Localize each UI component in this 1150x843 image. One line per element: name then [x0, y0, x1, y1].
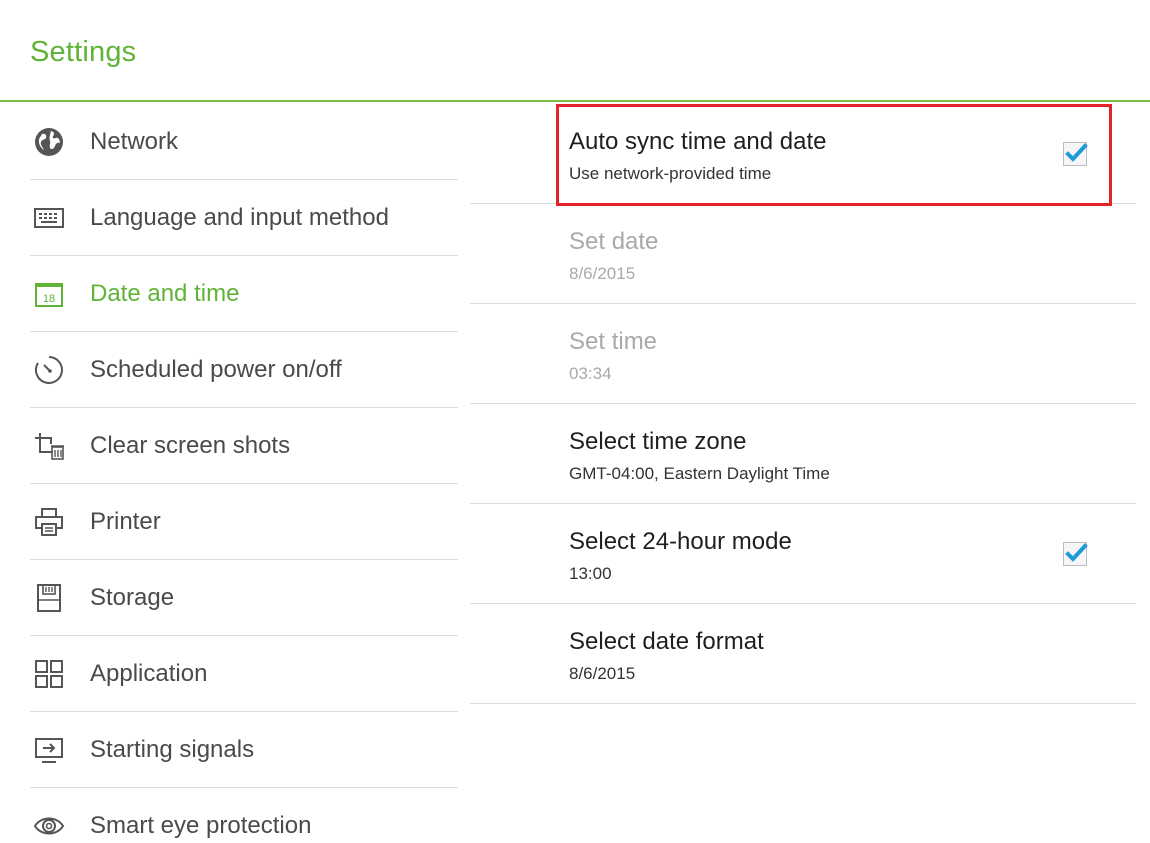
- row-subtitle: GMT-04:00, Eastern Daylight Time: [569, 464, 830, 483]
- row-subtitle: 8/6/2015: [569, 664, 636, 683]
- hour-mode-checkbox[interactable]: [1063, 542, 1088, 566]
- date-time-settings-list: Auto sync time and date Use network-prov…: [470, 104, 1136, 843]
- sidebar-item-label: Scheduled power on/off: [90, 355, 342, 383]
- date-format-row[interactable]: Select date format 8/6/2015: [470, 604, 1136, 704]
- sidebar-item-label: Language and input method: [90, 203, 389, 231]
- row-title: Auto sync time and date: [569, 128, 827, 155]
- row-title: Set date: [569, 228, 659, 255]
- sidebar-item-scheduled-power[interactable]: Scheduled power on/off: [30, 332, 458, 408]
- sidebar: Network Language and input method 18 Dat…: [0, 104, 460, 843]
- storage-icon: [32, 581, 66, 615]
- auto-sync-checkbox[interactable]: [1063, 142, 1088, 166]
- time-zone-row[interactable]: Select time zone GMT-04:00, Eastern Dayl…: [470, 404, 1136, 504]
- row-title: Select time zone: [569, 428, 747, 455]
- row-subtitle: Use network-provided time: [569, 164, 772, 183]
- header-bar: Settings: [0, 0, 1150, 102]
- sidebar-item-label: Storage: [90, 583, 175, 611]
- row-subtitle: 03:34: [569, 364, 612, 383]
- row-subtitle: 13:00: [569, 564, 612, 583]
- timer-icon: [32, 353, 66, 387]
- sidebar-item-smart-eye[interactable]: Smart eye protection: [30, 788, 458, 843]
- sidebar-item-label: Starting signals: [90, 735, 255, 763]
- calendar-icon: 18: [32, 277, 66, 311]
- input-signal-icon: [32, 733, 66, 767]
- auto-sync-row[interactable]: Auto sync time and date Use network-prov…: [470, 104, 1136, 204]
- sidebar-item-application[interactable]: Application: [30, 636, 458, 712]
- sidebar-item-storage[interactable]: Storage: [30, 560, 458, 636]
- crop-trash-icon: [32, 429, 66, 463]
- row-subtitle: 8/6/2015: [569, 264, 636, 283]
- printer-icon: [32, 505, 66, 539]
- page-title: Settings: [30, 36, 137, 68]
- sidebar-item-label: Network: [90, 127, 179, 155]
- row-title: Select date format: [569, 628, 764, 655]
- settings-app: Settings Network Language and input meth…: [0, 0, 1150, 843]
- checkmark-icon: [1065, 143, 1088, 162]
- sidebar-item-date-and-time[interactable]: 18 Date and time: [30, 256, 458, 332]
- sidebar-item-network[interactable]: Network: [30, 104, 458, 180]
- set-time-row[interactable]: Set time 03:34: [470, 304, 1136, 404]
- sidebar-item-printer[interactable]: Printer: [30, 484, 458, 560]
- sidebar-item-label: Printer: [90, 507, 161, 535]
- sidebar-item-clear-screenshots[interactable]: Clear screen shots: [30, 408, 458, 484]
- globe-icon: [32, 125, 66, 159]
- set-date-row[interactable]: Set date 8/6/2015: [470, 204, 1136, 304]
- sidebar-item-label: Clear screen shots: [90, 431, 291, 459]
- sidebar-item-language[interactable]: Language and input method: [30, 180, 458, 256]
- apps-grid-icon: [32, 657, 66, 691]
- hour-mode-row[interactable]: Select 24-hour mode 13:00: [470, 504, 1136, 604]
- eye-icon: [32, 809, 66, 843]
- checkmark-icon: [1065, 543, 1088, 562]
- row-title: Set time: [569, 328, 658, 355]
- sidebar-item-label: Date and time: [90, 279, 240, 307]
- row-title: Select 24-hour mode: [569, 528, 792, 555]
- sidebar-item-starting-signals[interactable]: Starting signals: [30, 712, 458, 788]
- sidebar-item-label: Smart eye protection: [90, 812, 312, 839]
- keyboard-icon: [32, 201, 66, 235]
- sidebar-item-label: Application: [90, 659, 208, 687]
- calendar-icon-day: 18: [43, 293, 55, 305]
